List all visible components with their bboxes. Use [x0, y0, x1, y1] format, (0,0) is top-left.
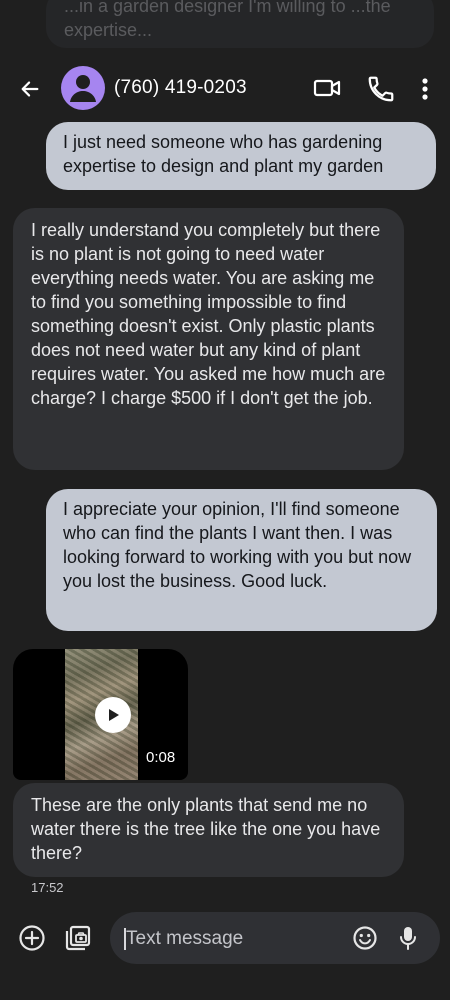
video-camera-icon [313, 79, 341, 97]
plus-circle-icon [19, 925, 45, 951]
message-text: I appreciate your opinion, I'll find som… [63, 499, 412, 591]
gallery-icon [65, 925, 91, 951]
message-text: I really understand you completely but t… [31, 220, 386, 408]
incoming-message[interactable]: These are the only plants that send me n… [13, 783, 404, 877]
video-attachment[interactable]: 0:08 [13, 649, 188, 780]
contact-name[interactable]: (760) 419-0203 [114, 77, 247, 99]
play-icon [109, 709, 119, 721]
back-arrow-icon [21, 81, 39, 97]
video-call-button[interactable] [313, 74, 343, 102]
add-attachment-button[interactable] [18, 924, 46, 952]
message-composer [0, 908, 450, 968]
microphone-icon [400, 927, 416, 950]
conversation-header: (760) 419-0203 [0, 60, 450, 118]
voice-input-button[interactable] [399, 925, 417, 951]
incoming-message[interactable]: I really understand you completely but t… [13, 208, 404, 470]
more-options-button[interactable] [414, 74, 436, 104]
message-text: I just need someone who has gardening ex… [63, 132, 384, 176]
phone-icon [368, 76, 394, 102]
message-text: These are the only plants that send me n… [31, 795, 381, 863]
play-button[interactable] [95, 697, 131, 733]
gallery-button[interactable] [63, 923, 93, 953]
message-timestamp: 17:52 [31, 880, 64, 895]
outgoing-message[interactable]: I appreciate your opinion, I'll find som… [46, 489, 437, 631]
more-vert-icon [422, 78, 428, 100]
message-input-container[interactable] [110, 912, 440, 964]
person-icon [70, 75, 96, 102]
scrolled-message-text: ...in a garden designer I'm willing to .… [64, 0, 391, 40]
emoji-button[interactable] [352, 925, 378, 951]
video-duration: 0:08 [146, 749, 176, 766]
avatar[interactable] [61, 66, 105, 110]
message-input[interactable] [124, 922, 338, 956]
emoji-icon [353, 926, 377, 950]
back-button[interactable] [16, 75, 44, 103]
outgoing-message[interactable]: I just need someone who has gardening ex… [46, 122, 436, 190]
voice-call-button[interactable] [366, 74, 396, 104]
scrolled-message-bubble: ...in a garden designer I'm willing to .… [46, 0, 434, 48]
